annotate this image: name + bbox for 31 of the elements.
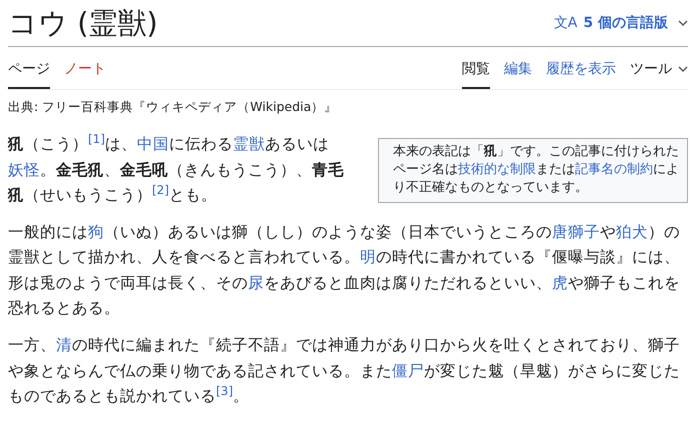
paragraph: 犼（こう）$^{[1]}$は、中国 に伝わる霊獣あるいは 妖怪。金毛犼、金毛吼（きんもうこう）、青毛犼（せいもうこう）$^{[2]}$とも。 xyxy=(8,132,345,206)
link[interactable]: 清 xyxy=(56,336,72,354)
language-button[interactable]: 文A 5 個の言語版 xyxy=(554,14,688,32)
link[interactable]: 霊獣 xyxy=(233,135,265,153)
tab[interactable]: ノート xyxy=(64,54,106,89)
chevron-down-icon xyxy=(678,20,688,26)
link[interactable]: 虎 xyxy=(552,274,568,292)
link[interactable]: 記事名の制約 xyxy=(575,162,653,178)
link[interactable]: 狛犬 xyxy=(616,222,648,241)
link[interactable]: 狗 xyxy=(88,222,104,241)
paragraph: 一方、清の時代に編まれた『続子不語』では神通力があり口から火を吐くとされており、獅子や象とならんで仏の乗り物である記されている。また僵尸が変じた魃（旱魃）がさらに変じたものであるとも説かれている$^{[3]}$。 xyxy=(8,334,681,408)
link[interactable]: 僵尸 xyxy=(392,362,424,380)
reference-link[interactable]: [1] xyxy=(88,132,105,146)
tools-menu[interactable]: ツール xyxy=(630,54,688,89)
tab[interactable]: 閲覧 xyxy=(462,54,490,89)
link[interactable]: 妖怪 xyxy=(8,160,40,179)
chevron-down-icon xyxy=(678,66,688,72)
link[interactable]: 明 xyxy=(360,248,376,266)
reference-link[interactable]: [2] xyxy=(152,182,169,197)
page-title: コウ (霊獣) xyxy=(8,6,158,40)
tab[interactable]: ページ xyxy=(8,54,50,89)
tab[interactable]: 履歴を表示 xyxy=(546,54,616,89)
source-line: 出典: フリー百科事典『ウィキペディア（Wikipedia）』 xyxy=(8,99,338,116)
link[interactable]: 唐獅子 xyxy=(552,222,600,241)
link[interactable]: 技術的な制限 xyxy=(458,162,536,178)
paragraph: 一般的には狗（いぬ）あるいは獅（しし）のような姿（日本でいうところの唐獅子や狛犬）の霊獣として描かれ、人を食べると言われている。明の時代に書かれている『偃曝与談』には、形は兎のようで両耳は長く、その尿をあびると血肉は腐りただれるといい、虎や獅子もこれを恐れるとある。 xyxy=(8,222,681,320)
reference-link[interactable]: [3] xyxy=(216,384,233,398)
link[interactable]: 尿 xyxy=(248,274,264,292)
notice-box: 本来の表記は「犼」です。この記事に付けられたページ名は技術的な制限 または記事名の制約により不正確なものとなっています。 xyxy=(378,138,688,203)
tab[interactable]: 編集 xyxy=(504,54,532,89)
link[interactable]: 中国 xyxy=(137,135,169,153)
